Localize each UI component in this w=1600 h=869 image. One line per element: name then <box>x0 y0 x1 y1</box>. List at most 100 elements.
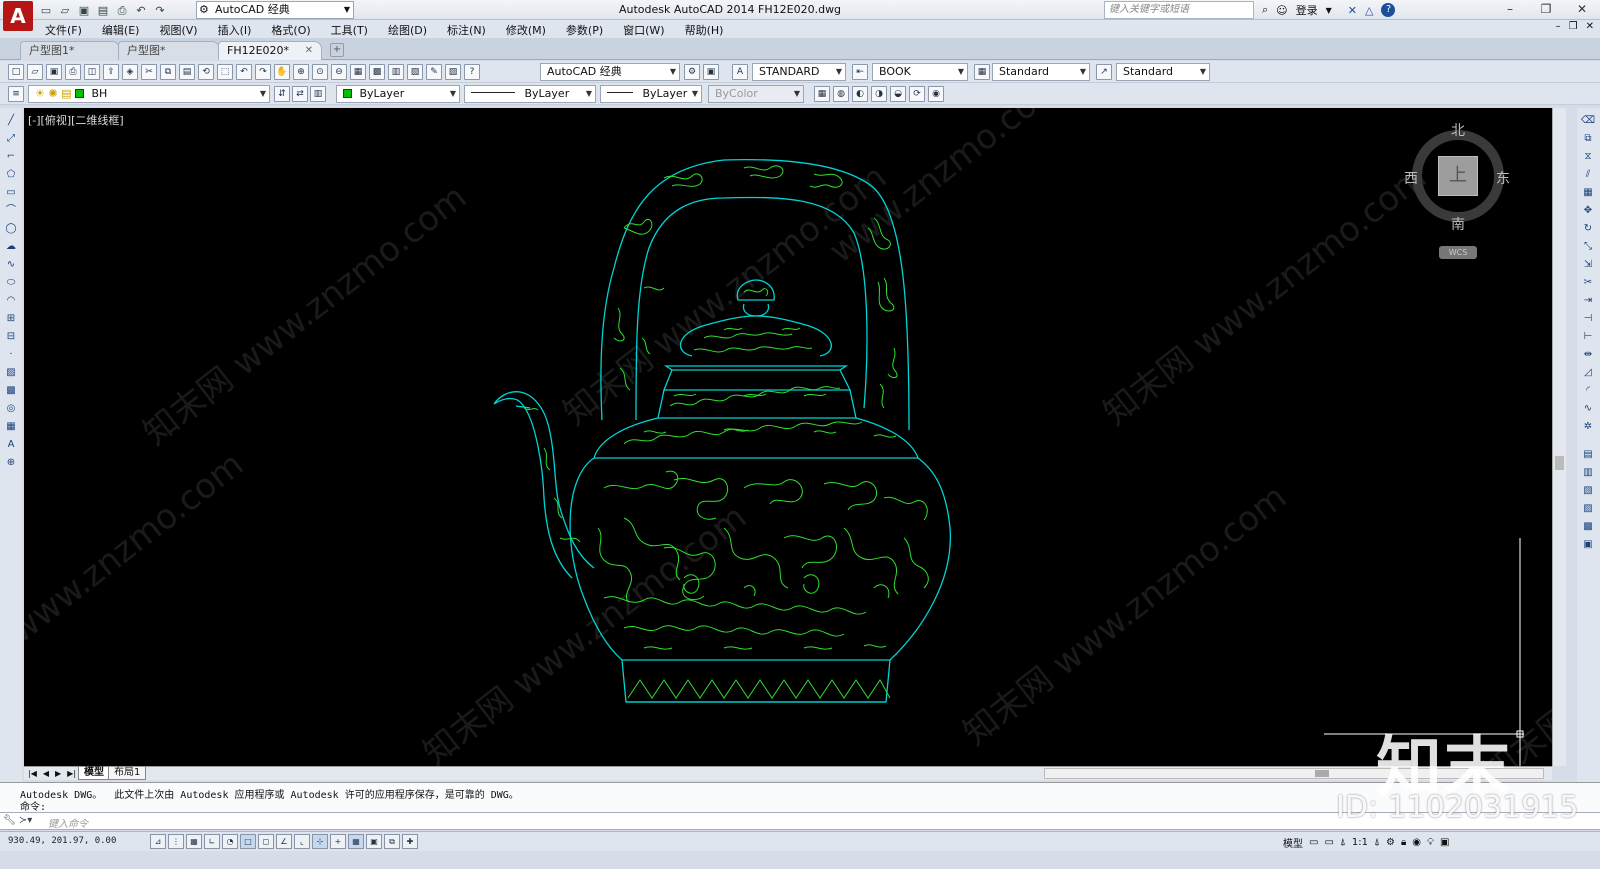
restore-button[interactable]: ❐ <box>1528 0 1564 18</box>
new-file-icon[interactable]: ▭ <box>38 3 54 18</box>
linetype-combo[interactable]: ByLayer ▼ <box>464 85 596 103</box>
menu-item-2[interactable]: 视图(V) <box>159 22 197 38</box>
zoom-window-icon[interactable]: ⊙ <box>312 64 328 80</box>
annotation-scale-value[interactable]: 1:1 <box>1352 837 1368 848</box>
layer-state-icon[interactable]: ▥ <box>310 86 326 102</box>
annotation-scale-icon[interactable]: ⍋ <box>1340 837 1346 848</box>
plot-icon[interactable]: ⎙ <box>65 64 81 80</box>
3d-wireframe-icon[interactable]: ◍ <box>833 86 849 102</box>
first-layout-icon[interactable]: |◀ <box>28 767 37 780</box>
doc-close-button[interactable]: ✕ <box>1586 21 1594 32</box>
grid-toggle[interactable]: ▦ <box>186 834 202 849</box>
rectangle-icon[interactable]: ▭ <box>3 186 19 200</box>
exchange-icon[interactable]: ✕ <box>1348 4 1357 17</box>
save-icon[interactable]: ▣ <box>76 3 92 18</box>
viewcube-top-face[interactable]: 上 <box>1438 156 1478 196</box>
horizontal-scroll-thumb[interactable] <box>1315 770 1329 777</box>
preview-icon[interactable]: ◫ <box>84 64 100 80</box>
last-layout-icon[interactable]: ▶| <box>67 767 76 780</box>
plot-icon[interactable]: ⎙ <box>114 3 130 18</box>
bring-front-icon[interactable]: ▥ <box>1580 466 1596 480</box>
line-icon[interactable]: ╱ <box>3 114 19 128</box>
ducs-toggle[interactable]: ⌞ <box>294 834 310 849</box>
command-input[interactable]: 键入命令 <box>48 815 88 830</box>
erase-icon[interactable]: ⌫ <box>1580 114 1596 128</box>
paste-icon[interactable]: ▤ <box>179 64 195 80</box>
orbit-icon[interactable]: ⟳ <box>909 86 925 102</box>
scale-icon[interactable]: ⤡ <box>1580 240 1596 254</box>
mleader-style-icon[interactable]: ↗ <box>1096 64 1112 80</box>
workspace-settings-icon[interactable]: ⚙ <box>684 64 700 80</box>
send-under-icon[interactable]: ▩ <box>1580 520 1596 534</box>
trim-icon[interactable]: ✂ <box>1580 276 1596 290</box>
drawing-canvas[interactable]: [-][俯视][二维线框] 知末网 www.znzmo.com 知末网 www.… <box>24 108 1552 766</box>
chamfer-icon[interactable]: ◿ <box>1580 366 1596 380</box>
search-input[interactable]: 键入关键字或短语 <box>1104 1 1254 19</box>
plotstyle-combo[interactable]: ByColor ▼ <box>708 85 804 103</box>
rotate-icon[interactable]: ↻ <box>1580 222 1596 236</box>
compass-east-label[interactable]: 东 <box>1496 168 1510 188</box>
fillet-icon[interactable]: ◜ <box>1580 384 1596 398</box>
doc-restore-button[interactable]: ❐ <box>1569 21 1578 32</box>
layout-tab-layout1[interactable]: 布局1 <box>108 767 147 780</box>
mirror-icon[interactable]: ⧖ <box>1580 150 1596 164</box>
cut-icon[interactable]: ✂ <box>141 64 157 80</box>
circle-icon[interactable]: ◯ <box>3 222 19 236</box>
make-block-icon[interactable]: ⊟ <box>3 330 19 344</box>
dyn-toggle[interactable]: ⊹ <box>312 834 328 849</box>
design-center-icon[interactable]: ▩ <box>369 64 385 80</box>
block-editor-icon[interactable]: ⬚ <box>217 64 233 80</box>
calculator-icon[interactable]: ▨ <box>445 64 461 80</box>
color-combo[interactable]: ByLayer ▼ <box>336 85 460 103</box>
menu-item-7[interactable]: 标注(N) <box>447 22 486 38</box>
pan-icon[interactable]: ✋ <box>274 64 290 80</box>
explode-icon[interactable]: ✲ <box>1580 420 1596 434</box>
properties-icon[interactable]: ▦ <box>350 64 366 80</box>
doc-minimize-button[interactable]: – <box>1556 21 1561 32</box>
coordinate-readout[interactable]: 930.49, 201.97, 0.00 <box>8 836 116 846</box>
copy-icon[interactable]: ⧉ <box>160 64 176 80</box>
open-icon[interactable]: ▱ <box>27 64 43 80</box>
undo-icon[interactable]: ↶ <box>236 64 252 80</box>
redo-icon[interactable]: ↷ <box>152 3 168 18</box>
bring-above-icon[interactable]: ▨ <box>1580 502 1596 516</box>
ellipse-icon[interactable]: ⬭ <box>3 276 19 290</box>
ortho-toggle[interactable]: ∟ <box>204 834 220 849</box>
dim-style-combo[interactable]: BOOK ▼ <box>872 63 968 81</box>
clean-screen-icon[interactable]: ▣ <box>1440 837 1449 848</box>
hidden-icon[interactable]: ◐ <box>852 86 868 102</box>
tpy-toggle[interactable]: ▦ <box>348 834 364 849</box>
dim-style-icon[interactable]: ⇤ <box>852 64 868 80</box>
3d-osnap-toggle[interactable]: ◻ <box>258 834 274 849</box>
am-toggle[interactable]: ✚ <box>402 834 418 849</box>
layer-manager-icon[interactable]: ≡ <box>8 86 24 102</box>
redo-icon[interactable]: ↷ <box>255 64 271 80</box>
viewcube[interactable]: 上 北 南 西 东 WCS <box>1404 120 1514 260</box>
realistic-icon[interactable]: ◑ <box>871 86 887 102</box>
add-selected-icon[interactable]: ⊕ <box>3 456 19 470</box>
minimize-button[interactable]: – <box>1492 0 1528 18</box>
lock-ui-icon[interactable]: 🔒︎ <box>1401 837 1406 848</box>
login-link[interactable]: 登录 <box>1296 2 1318 18</box>
doc-tab-2[interactable]: 户型图* <box>118 41 220 60</box>
close-tab-icon[interactable]: ✕ <box>305 42 313 59</box>
break-at-point-icon[interactable]: ⊣ <box>1580 312 1596 326</box>
workspace-select[interactable]: ⚙ AutoCAD 经典 ▼ <box>196 1 354 19</box>
quick-view-layouts-icon[interactable]: ▭ <box>1309 837 1318 848</box>
menu-item-1[interactable]: 编辑(E) <box>102 22 140 38</box>
blend-curves-icon[interactable]: ∿ <box>1580 402 1596 416</box>
workspace-custom-icon[interactable]: ▣ <box>703 64 719 80</box>
a360-icon[interactable]: △ <box>1365 4 1373 17</box>
zoom-previous-icon[interactable]: ⊖ <box>331 64 347 80</box>
construction-line-icon[interactable]: ⤢ <box>3 132 19 146</box>
quick-view-drawings-icon[interactable]: ▭ <box>1324 837 1333 848</box>
model-space-button[interactable]: 模型 <box>1283 835 1303 850</box>
prev-layout-icon[interactable]: ◀ <box>43 767 49 780</box>
menu-item-4[interactable]: 格式(O) <box>271 22 310 38</box>
undo-icon[interactable]: ↶ <box>133 3 149 18</box>
move-icon[interactable]: ✥ <box>1580 204 1596 218</box>
table-style-icon[interactable]: ▦ <box>974 64 990 80</box>
compass-west-label[interactable]: 西 <box>1404 168 1418 188</box>
2d-wireframe-icon[interactable]: ▦ <box>814 86 830 102</box>
3d-print-icon[interactable]: ◈ <box>122 64 138 80</box>
